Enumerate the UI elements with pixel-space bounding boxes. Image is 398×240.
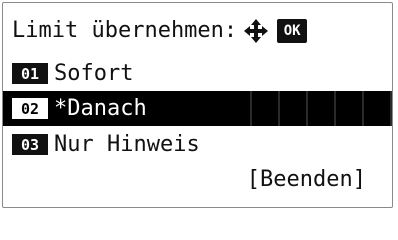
item-number-badge: 01	[12, 63, 48, 84]
menu-item-label: *Danach	[54, 96, 147, 121]
menu-title: Limit übernehmen:	[12, 18, 238, 43]
menu-item-label: Sofort	[54, 61, 134, 86]
menu-item-danach[interactable]: 02 *Danach	[3, 91, 392, 126]
lcd-panel: Limit übernehmen: OK 01 Sofort 02 *Danac…	[2, 2, 393, 208]
menu-footer: [Beenden]	[3, 162, 392, 197]
item-number-badge: 02	[12, 98, 48, 119]
menu-item-label: Nur Hinweis	[54, 132, 200, 157]
exit-button[interactable]: [Beenden]	[247, 167, 366, 192]
four-way-arrows-icon	[244, 18, 269, 43]
menu-item-nur-hinweis[interactable]: 03 Nur Hinweis	[3, 127, 392, 162]
menu-item-sofort[interactable]: 01 Sofort	[3, 56, 392, 91]
ok-key-icon[interactable]: OK	[277, 18, 308, 43]
menu-header: Limit übernehmen: OK	[3, 13, 392, 48]
item-number-badge: 03	[12, 134, 48, 155]
